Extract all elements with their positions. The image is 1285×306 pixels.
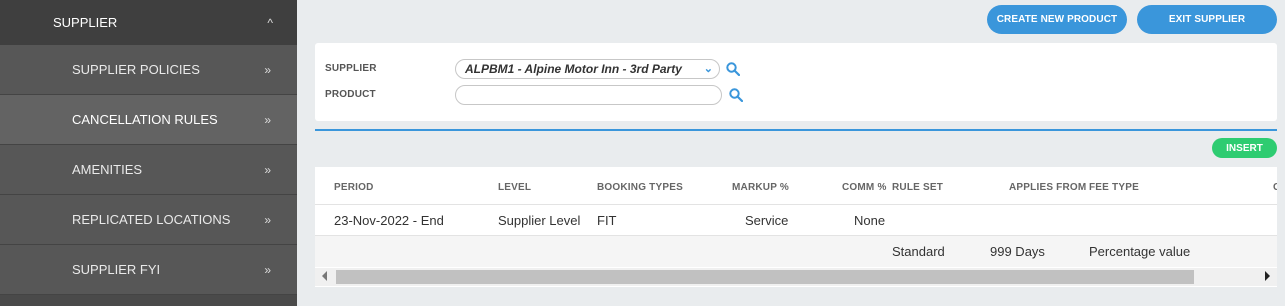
chevron-down-icon: ⌄ (703, 63, 713, 75)
row-divider (315, 235, 1277, 236)
filter-panel: SUPPLIER ALPBM1 - Alpine Motor Inn - 3rd… (315, 43, 1277, 121)
chevron-up-icon: ^ (267, 15, 273, 30)
cell-markup: Service (745, 213, 789, 228)
sidebar-item-cancellation-rules[interactable]: CANCELLATION RULES » (0, 95, 297, 145)
sidebar-item-label: REPLICATED LOCATIONS (72, 212, 231, 227)
create-new-product-button[interactable]: CREATE NEW PRODUCT (987, 5, 1127, 34)
supplier-select[interactable]: ALPBM1 - Alpine Motor Inn - 3rd Party ⌄ (455, 59, 720, 79)
supplier-select-value: ALPBM1 - Alpine Motor Inn - 3rd Party (465, 62, 682, 76)
column-header-applies-from[interactable]: APPLIES FROM (1009, 182, 1086, 193)
column-header-fee-type[interactable]: FEE TYPE (1089, 182, 1139, 193)
column-header-period[interactable]: PERIOD (334, 182, 374, 193)
scroll-right-icon[interactable] (1265, 271, 1270, 281)
header-divider (315, 204, 1277, 205)
column-header-level[interactable]: LEVEL (498, 182, 531, 193)
supplier-label: SUPPLIER (325, 63, 377, 74)
exit-supplier-button[interactable]: EXIT SUPPLIER (1137, 5, 1277, 34)
sidebar-item-supplier-policies[interactable]: SUPPLIER POLICIES » (0, 45, 297, 95)
horizontal-scrollbar[interactable] (315, 268, 1277, 286)
column-header-cut[interactable]: C (1273, 182, 1277, 193)
cell-fee-type: Percentage value (1089, 244, 1191, 259)
cell-level: Supplier Level (498, 213, 581, 228)
sidebar-item-label: CANCELLATION RULES (72, 112, 218, 127)
sidebar-item-supplier-fyi[interactable]: SUPPLIER FYI » (0, 245, 297, 295)
sidebar-section-supplier[interactable]: SUPPLIER ^ (0, 0, 297, 45)
sidebar: SUPPLIER ^ SUPPLIER POLICIES » CANCELLAT… (0, 0, 297, 306)
search-icon[interactable] (729, 88, 743, 102)
sidebar-item-replicated-locations[interactable]: REPLICATED LOCATIONS » (0, 195, 297, 245)
sidebar-item-label: AMENITIES (72, 162, 143, 177)
double-chevron-right-icon: » (264, 212, 271, 227)
product-input[interactable] (455, 85, 722, 105)
cell-applies-from: 999 Days (990, 244, 1045, 259)
double-chevron-right-icon: » (264, 112, 271, 127)
column-header-markup[interactable]: MARKUP % (732, 182, 789, 193)
column-header-rule-set[interactable]: RULE SET (892, 182, 943, 193)
scroll-left-icon[interactable] (322, 271, 327, 281)
insert-button[interactable]: INSERT (1212, 138, 1277, 158)
sidebar-item-amenities[interactable]: AMENITIES » (0, 145, 297, 195)
column-header-booking-types[interactable]: BOOKING TYPES (597, 182, 683, 193)
sidebar-item-label: SUPPLIER FYI (72, 262, 161, 277)
column-header-comm[interactable]: COMM % (842, 182, 887, 193)
sidebar-section-label: SUPPLIER (53, 15, 118, 30)
cell-booking-types: FIT (597, 213, 617, 228)
scrollbar-thumb[interactable] (336, 270, 1194, 284)
product-label: PRODUCT (325, 89, 376, 100)
double-chevron-right-icon: » (264, 162, 271, 177)
cell-rule-set: Standard (892, 244, 945, 259)
sidebar-item-label: SUPPLIER POLICIES (72, 62, 200, 77)
section-divider (315, 129, 1277, 131)
cell-period: 23-Nov-2022 - End (334, 213, 444, 228)
cell-comm: None (854, 213, 886, 228)
table-row[interactable]: Standard 999 Days Percentage value (315, 236, 1277, 267)
search-icon[interactable] (726, 62, 740, 76)
double-chevron-right-icon: » (264, 62, 271, 77)
double-chevron-right-icon: » (264, 262, 271, 277)
